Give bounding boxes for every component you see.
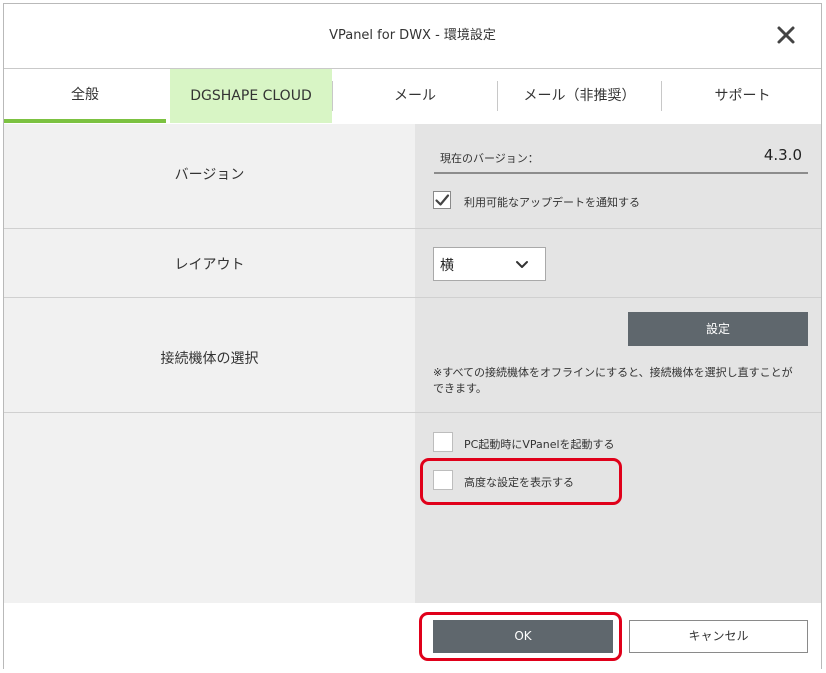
launch-on-startup-checkbox[interactable] [433,432,453,452]
tab-mail-deprecated[interactable]: メール（非推奨） [498,69,661,123]
version-label: バージョン [174,167,245,183]
layout-select[interactable]: 横 [433,247,546,281]
title-bar: VPanel for DWX - 環境設定 [4,4,821,69]
notify-updates-checkbox[interactable] [433,191,451,209]
chevron-down-icon [516,261,528,268]
launch-on-startup-label: PC起動時にVPanelを起動する [464,438,615,451]
layout-label: レイアウト [174,257,245,273]
row-divider [4,228,821,229]
tab-dgshape-cloud[interactable]: DGSHAPE CLOUD [170,69,332,123]
settings-content: バージョン 現在のバージョン： 4.3.0 利用可能なアップデートを通知する レ… [4,124,821,603]
tab-mail[interactable]: メール [333,69,497,123]
notify-updates-label: 利用可能なアップデートを通知する [464,196,640,209]
current-version-value: 4.3.0 [763,146,802,164]
current-version-label: 現在のバージョン： [440,152,539,165]
dialog-footer: OK キャンセル [4,603,821,670]
close-icon[interactable] [773,22,799,48]
layout-select-value: 横 [440,258,454,274]
version-underline [434,172,808,174]
row-divider [4,297,821,298]
tab-bar: 全般 DGSHAPE CLOUD メール メール（非推奨） サポート [4,69,821,123]
row-divider [4,412,821,413]
cancel-button[interactable]: キャンセル [629,620,808,653]
machine-selection-label: 接続機体の選択 [160,351,259,367]
advanced-settings-highlight [420,458,622,505]
machine-note: ※すべての接続機体をオフラインにすると、接続機体を選択し直すことができます。 [433,366,793,395]
tab-general[interactable]: 全般 [4,69,166,123]
settings-dialog: VPanel for DWX - 環境設定 全般 DGSHAPE CLOUD メ… [3,3,822,670]
window-title: VPanel for DWX - 環境設定 [329,28,496,43]
machine-settings-button[interactable]: 設定 [628,312,808,346]
tab-support[interactable]: サポート [662,69,823,123]
ok-button-highlight [419,612,622,661]
checkmark-icon [435,194,450,206]
